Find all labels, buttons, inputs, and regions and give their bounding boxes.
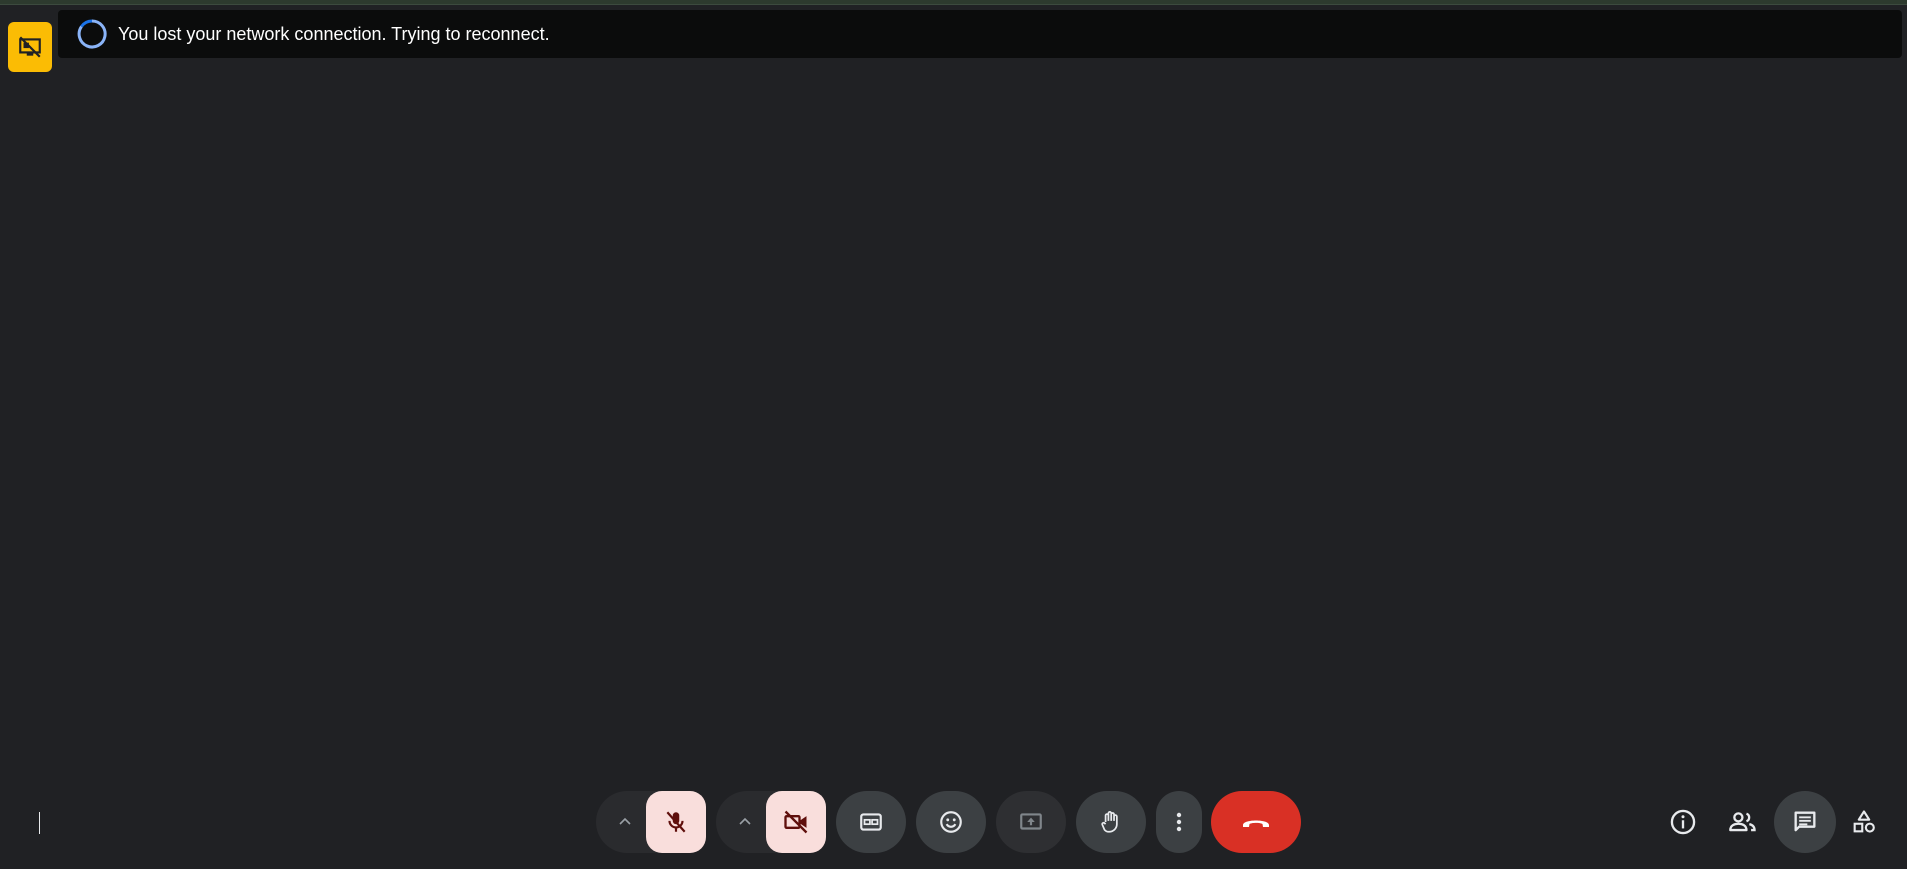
loading-spinner-icon	[76, 18, 108, 50]
top-status-line	[0, 0, 1907, 5]
people-button[interactable]	[1714, 791, 1772, 853]
raise-hand-button[interactable]	[1076, 791, 1146, 853]
more-options-button[interactable]	[1156, 791, 1202, 853]
chevron-up-icon	[737, 814, 753, 830]
call-controls-toolbar	[0, 791, 1907, 853]
meeting-details-button[interactable]	[1654, 791, 1712, 853]
present-screen-button[interactable]	[996, 791, 1066, 853]
people-icon	[1728, 808, 1758, 836]
videocam-off-icon	[782, 808, 810, 836]
chat-icon	[1791, 808, 1819, 836]
activities-icon	[1850, 808, 1878, 836]
leave-call-button[interactable]	[1211, 791, 1301, 853]
reactions-button[interactable]	[916, 791, 986, 853]
reconnect-message: You lost your network connection. Trying…	[118, 23, 550, 44]
info-icon	[1669, 808, 1697, 836]
closed-captions-icon	[858, 809, 884, 835]
captions-button[interactable]	[836, 791, 906, 853]
more-vert-icon	[1174, 810, 1184, 834]
call-end-icon	[1240, 813, 1272, 831]
reconnect-banner: You lost your network connection. Trying…	[58, 10, 1902, 58]
present-screen-icon	[1017, 809, 1045, 835]
mic-toggle-button[interactable]	[646, 791, 706, 853]
chevron-up-icon	[617, 814, 633, 830]
camera-toggle-button[interactable]	[766, 791, 826, 853]
mic-options-button[interactable]	[602, 791, 648, 853]
emoji-icon	[938, 809, 964, 835]
activities-button[interactable]	[1834, 791, 1894, 853]
presentation-status-badge[interactable]	[8, 22, 52, 72]
chat-button[interactable]	[1774, 791, 1836, 853]
mic-off-icon	[663, 809, 689, 835]
presentation-off-icon	[17, 34, 43, 60]
camera-options-button[interactable]	[722, 791, 768, 853]
raise-hand-icon	[1098, 808, 1124, 836]
